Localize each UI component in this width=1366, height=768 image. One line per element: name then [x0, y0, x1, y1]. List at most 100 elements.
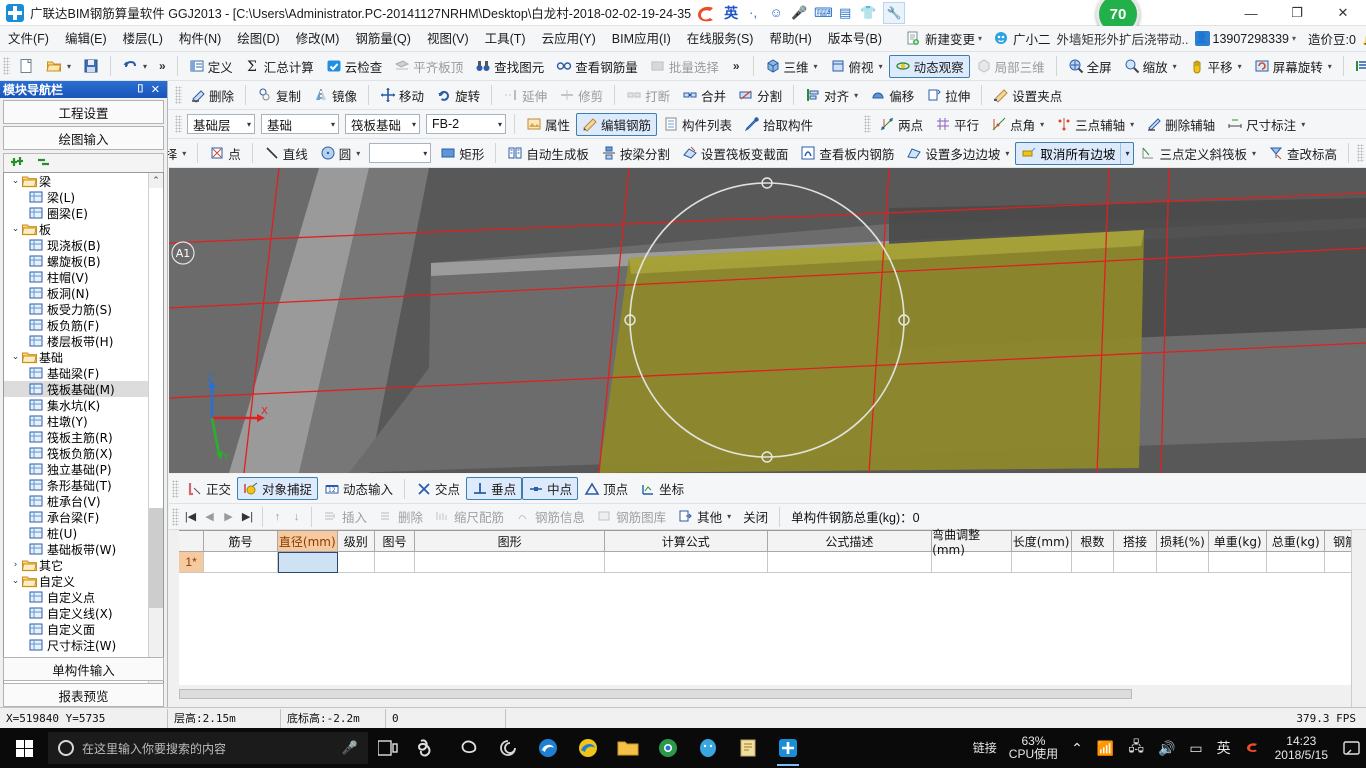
delete-axis-button[interactable]: 删除辅轴 [1140, 113, 1221, 136]
rebar-table[interactable]: 筋号 直径(mm) 级别 图号 图形 计算公式 公式描述 弯曲调整(mm) 长度(mm) 根数 搭接… [179, 528, 1366, 685]
chevron-down-icon[interactable]: ▾ [67, 62, 71, 71]
network-icon[interactable]: 🖧 [1121, 736, 1151, 760]
close-icon[interactable]: ✕ [151, 83, 160, 96]
modify-elevation-button[interactable]: 查改标高 [1262, 142, 1343, 165]
scroll-track[interactable] [149, 508, 163, 608]
tree-item[interactable]: 柱墩(Y) [4, 413, 149, 429]
table-column-header[interactable]: 搭接 [1114, 531, 1157, 552]
insert-row-button[interactable]: 插入 [317, 506, 373, 528]
battery-icon[interactable]: ▭ [1182, 740, 1209, 757]
tree-item[interactable]: 板受力筋(S) [4, 301, 149, 317]
ime-language-indicator[interactable]: 英 [724, 3, 738, 23]
table-cell[interactable] [204, 552, 278, 573]
table-cell[interactable] [415, 552, 606, 573]
table-row[interactable]: 1* [179, 552, 1366, 573]
tree-folder[interactable]: ⌄ 自定义 [4, 573, 149, 589]
table-cell[interactable] [932, 552, 1012, 573]
wifi-icon[interactable]: 📶 [1090, 740, 1121, 757]
taskbar-app-ie-icon[interactable] [568, 728, 608, 768]
ortho-button[interactable]: 正交 [181, 477, 237, 500]
set-grip-button[interactable]: 设置夹点 [987, 84, 1068, 107]
rectangle-tool-button[interactable]: 矩形 [434, 142, 490, 165]
taskbar-app-onenote-icon[interactable] [408, 728, 448, 768]
account-menu[interactable]: 👤 13907298339 ▾ [1189, 31, 1303, 46]
toolbar-overflow-icon[interactable]: » [159, 59, 166, 73]
menu-edit[interactable]: 编辑(E) [57, 26, 115, 52]
tree-item[interactable]: 自定义面 [4, 621, 149, 637]
three-point-axis-button[interactable]: 三点辅轴 ▾ [1050, 113, 1140, 136]
table-column-header[interactable]: 损耗(%) [1156, 531, 1210, 552]
ime-toolbar[interactable]: 英 ·, ☺ 🎤 ⌨ ▤ 👕 🔧 [695, 1, 906, 24]
chevron-down-icon[interactable]: ▾ [1130, 120, 1134, 129]
coordinate-snap-button[interactable]: 坐标 [634, 477, 690, 500]
tree-item[interactable]: 梁(L) [4, 189, 149, 205]
table-cell[interactable] [767, 552, 933, 573]
collapse-all-icon[interactable] [37, 156, 55, 173]
chevron-down-icon[interactable]: ⌄ [9, 352, 22, 362]
model-canvas-3d[interactable]: A1 Z X Y [169, 168, 1366, 473]
undo-button[interactable]: ▾ [116, 55, 153, 78]
tree-item[interactable]: 条形基础(T) [4, 477, 149, 493]
chevron-down-icon[interactable]: ▾ [1120, 142, 1133, 164]
volume-icon[interactable]: 🔊 [1151, 740, 1182, 757]
table-column-header[interactable]: 计算公式 [605, 531, 768, 552]
pin-icon[interactable]: ⌷ [137, 83, 144, 96]
table-column-header[interactable]: 图号 [374, 531, 416, 552]
chevron-down-icon[interactable]: ▾ [1328, 62, 1332, 71]
component-tree[interactable]: ⌄ 梁梁(L) 圈梁(E) ⌄ 板现浇板(B) 螺旋板(B) 柱帽(V) 板洞(N) 板受力筋(… [3, 172, 164, 717]
chevron-down-icon[interactable]: ▾ [854, 91, 858, 100]
vertex-snap-button[interactable]: 顶点 [578, 477, 634, 500]
open-file-button[interactable]: ▾ [40, 55, 77, 78]
tree-item[interactable]: 筏板主筋(R) [4, 429, 149, 445]
parallel-axis-button[interactable]: 平行 [929, 113, 985, 136]
tree-item[interactable]: 自定义线(X) [4, 605, 149, 621]
toolbar-grip[interactable] [175, 86, 182, 104]
table-cell[interactable] [1114, 552, 1157, 573]
ime-voice-icon[interactable]: 🎤 [791, 5, 807, 21]
align-slab-top-button[interactable]: 平齐板顶 [388, 55, 469, 78]
toolbar-grip[interactable] [1357, 144, 1364, 162]
cancel-all-slopes-button[interactable]: 取消所有边坡 ▾ [1015, 141, 1135, 165]
save-button[interactable] [77, 55, 105, 78]
taskbar-app-ggj-icon[interactable] [768, 728, 808, 768]
tree-folder[interactable]: ⌄ 基础 [4, 349, 149, 365]
tree-item[interactable]: 集水坑(K) [4, 397, 149, 413]
nav-last-button[interactable]: ▶| [238, 507, 257, 527]
table-vertical-scrollbar[interactable] [1351, 530, 1366, 707]
ime-skin-icon[interactable]: 👕 [860, 5, 876, 21]
tree-item[interactable]: 基础板带(W) [4, 541, 149, 557]
new-file-button[interactable] [12, 55, 40, 78]
nav-first-button[interactable]: |◀ [181, 507, 200, 527]
component-list-button[interactable]: 构件列表 [657, 113, 738, 136]
offset-button[interactable]: 偏移 [864, 84, 920, 107]
minimize-button[interactable]: — [1228, 0, 1274, 26]
tree-item[interactable]: 板负筋(F) [4, 317, 149, 333]
view-slab-rebar-button[interactable]: 查看板内钢筋 [794, 142, 900, 165]
trim-button[interactable]: 修剪 [553, 84, 609, 107]
menu-online-service[interactable]: 在线服务(S) [679, 26, 762, 52]
tree-item[interactable]: 现浇板(B) [4, 237, 149, 253]
delete-row-button[interactable]: 删除 [373, 506, 429, 528]
object-snap-button[interactable]: 对象捕捉 [237, 477, 319, 500]
table-column-header[interactable] [179, 531, 205, 552]
stretch-button[interactable]: 拉伸 [920, 84, 976, 107]
show-hidden-icons-chevron-icon[interactable]: ⌃ [1064, 740, 1090, 757]
row-header[interactable]: 1* [179, 552, 205, 573]
top-view-button[interactable]: 俯视 ▾ [824, 55, 889, 78]
merge-button[interactable]: 合并 [676, 84, 732, 107]
view-rebar-quantity-button[interactable]: 查看钢筋量 [550, 55, 644, 78]
menu-modify[interactable]: 修改(M) [288, 26, 348, 52]
scroll-up-icon[interactable]: ⌃ [149, 173, 163, 188]
tree-folder[interactable]: › 其它 [4, 557, 149, 573]
taskbar-app-edge-legacy-icon[interactable] [448, 728, 488, 768]
task-view-button[interactable] [368, 728, 408, 768]
tree-item[interactable]: 基础梁(F) [4, 365, 149, 381]
rebar-library-button[interactable]: 钢筋图库 [591, 506, 672, 528]
menu-help[interactable]: 帮助(H) [761, 26, 819, 52]
rotate-button[interactable]: 旋转 [430, 84, 486, 107]
chevron-down-icon[interactable]: ▾ [182, 149, 186, 158]
promo-banner-text[interactable]: 外墙矩形外扩后浇带动.. [1057, 29, 1189, 48]
table-cell[interactable] [374, 552, 416, 573]
table-column-header[interactable]: 直径(mm) [277, 531, 338, 552]
menu-draw[interactable]: 绘图(D) [229, 26, 287, 52]
